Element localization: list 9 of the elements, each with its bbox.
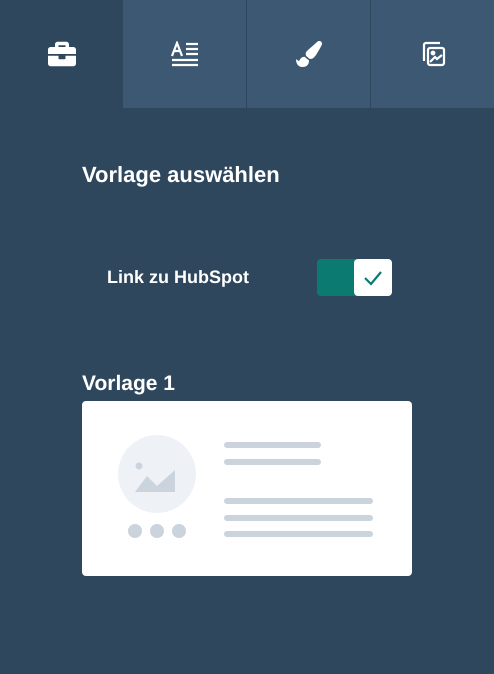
toggle-switch[interactable] (317, 259, 392, 296)
toggle-label: Link zu HubSpot (107, 266, 249, 289)
text-format-icon (170, 41, 200, 67)
template-card[interactable] (82, 401, 412, 576)
briefcase-icon (48, 40, 76, 68)
template-title: Vorlage 1 (82, 371, 176, 397)
brush-icon (296, 41, 322, 67)
section-heading: Vorlage auswählen (82, 161, 281, 189)
check-icon (354, 259, 392, 296)
